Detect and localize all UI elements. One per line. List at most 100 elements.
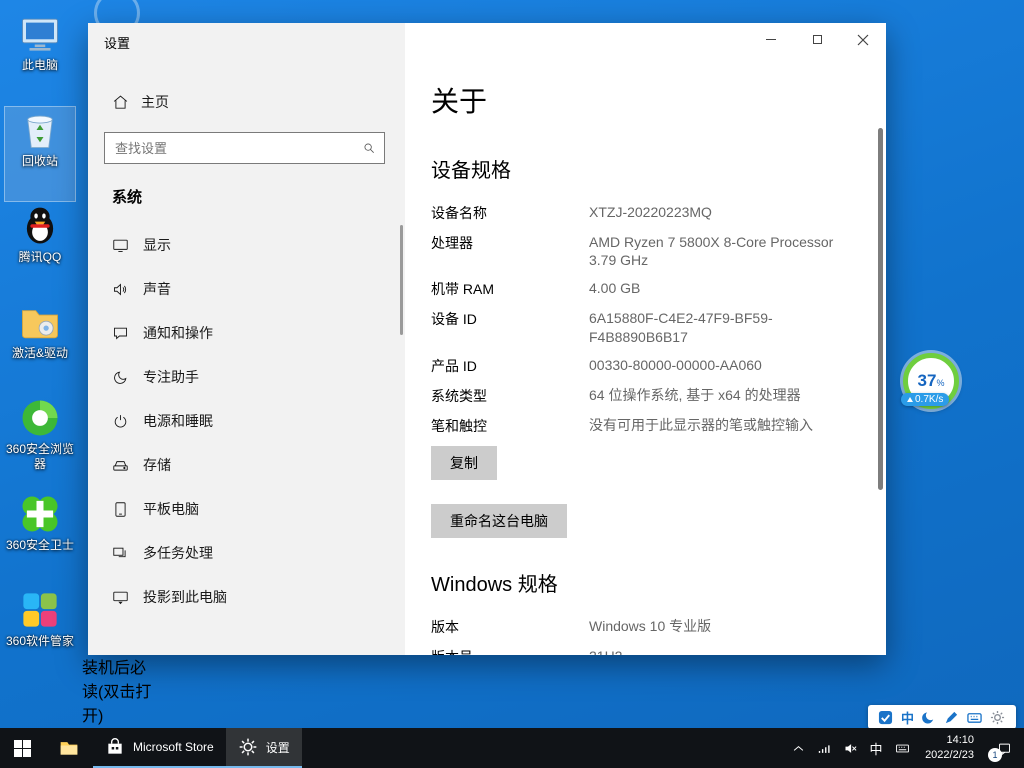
maximize-icon <box>813 35 822 44</box>
spec-row-edition: 版本 Windows 10 专业版 <box>431 617 846 637</box>
desktop: 此电脑 回收站 腾讯QQ 激活&驱动 360安全浏览器 <box>0 0 1024 768</box>
desktop-icon-recycle-bin[interactable]: 回收站 <box>4 106 76 202</box>
search-input[interactable] <box>113 140 362 157</box>
content-scrollbar[interactable] <box>878 128 883 490</box>
sidebar-item-focus-assist[interactable]: 专注助手 <box>104 357 385 397</box>
net-percent: 37 <box>918 371 937 391</box>
desktop-icon-label: 腾讯QQ <box>19 250 62 265</box>
sidebar-item-label: 电源和睡眠 <box>143 411 213 431</box>
recycle-bin-icon <box>19 109 61 151</box>
desktop-icon-label: 360安全浏览器 <box>5 442 75 472</box>
app-title: 设置 <box>104 33 405 52</box>
desktop-icon-drivers-folder[interactable]: 激活&驱动 <box>4 298 76 394</box>
sidebar-item-project[interactable]: 投影到此电脑 <box>104 577 385 617</box>
storage-icon <box>112 457 129 474</box>
folder-icon <box>19 301 61 343</box>
spec-value: Windows 10 专业版 <box>589 617 711 637</box>
home-icon <box>112 94 129 111</box>
spec-value: 21H2 <box>589 647 622 655</box>
tray-time: 14:10 <box>946 733 974 748</box>
ime-keyboard-icon[interactable] <box>967 709 983 725</box>
tray-volume-muted-icon[interactable] <box>837 728 863 768</box>
tray-date: 2022/2/23 <box>925 748 974 763</box>
close-icon <box>857 33 869 45</box>
net-speed-widget[interactable]: 37% 0.7K/s <box>903 353 959 409</box>
settings-window: 设置 主页 系统 显示 声音 <box>88 23 886 655</box>
sidebar-item-label: 多任务处理 <box>143 543 213 563</box>
settings-button-label: 设置 <box>266 739 290 756</box>
taskbar: Microsoft Store 设置 中 <box>0 728 1024 768</box>
desktop-icon-360-safe[interactable]: 360安全卫士 <box>4 490 76 586</box>
sidebar-item-sound[interactable]: 声音 <box>104 269 385 309</box>
tray-touch-keyboard-icon[interactable] <box>889 728 915 768</box>
net-upload-speed: 0.7K/s <box>901 393 949 406</box>
sidebar-item-display[interactable]: 显示 <box>104 225 385 265</box>
window-controls <box>748 23 886 55</box>
tablet-icon <box>112 501 129 518</box>
sidebar-item-label: 通知和操作 <box>143 323 213 343</box>
settings-gear-icon <box>238 737 258 757</box>
notification-badge: 1 <box>988 748 1002 762</box>
focus-assist-icon <box>112 369 129 386</box>
sidebar-section-title: 系统 <box>112 186 405 207</box>
sidebar-scrollbar[interactable] <box>400 225 403 335</box>
spec-label: 机带 RAM <box>431 279 589 299</box>
windows-spec-section-title: Windows 规格 <box>431 568 846 597</box>
ime-moon-icon[interactable] <box>921 709 937 725</box>
spec-value: 4.00 GB <box>589 279 640 299</box>
spec-label: 系统类型 <box>431 386 589 406</box>
spec-row-ram: 机带 RAM 4.00 GB <box>431 279 846 299</box>
file-explorer-button[interactable] <box>45 728 93 768</box>
desktop-icon-360-software[interactable]: 360软件管家 <box>4 586 76 682</box>
computer-icon <box>19 13 61 55</box>
tray-chevron-up-icon[interactable] <box>785 728 811 768</box>
start-button[interactable] <box>0 728 45 768</box>
desktop-icon-qq[interactable]: 腾讯QQ <box>4 202 76 298</box>
device-spec-section-title: 设备规格 <box>431 154 846 183</box>
close-button[interactable] <box>840 23 886 55</box>
maximize-button[interactable] <box>794 23 840 55</box>
ime-pen-icon[interactable] <box>944 709 960 725</box>
sidebar-item-multitask[interactable]: 多任务处理 <box>104 533 385 573</box>
sidebar-item-label: 平板电脑 <box>143 499 199 519</box>
sidebar-item-tablet[interactable]: 平板电脑 <box>104 489 385 529</box>
desktop-icon-label: 激活&驱动 <box>12 346 68 361</box>
microsoft-store-icon <box>105 737 125 757</box>
desktop-icon-360-browser[interactable]: 360安全浏览器 <box>4 394 76 490</box>
copy-button[interactable]: 复制 <box>431 446 497 480</box>
tray-network-icon[interactable] <box>811 728 837 768</box>
sidebar-item-notifications[interactable]: 通知和操作 <box>104 313 385 353</box>
sidebar-item-power-sleep[interactable]: 电源和睡眠 <box>104 401 385 441</box>
sidebar-item-storage[interactable]: 存储 <box>104 445 385 485</box>
rename-pc-button[interactable]: 重命名这台电脑 <box>431 504 567 538</box>
browser-360-icon <box>19 397 61 439</box>
ime-lang-icon[interactable]: 中 <box>901 708 914 727</box>
settings-taskbar-button[interactable]: 设置 <box>226 728 302 768</box>
desktop-icon-label: 装机后必读(双击打开) <box>82 654 154 726</box>
file-explorer-icon <box>59 738 79 758</box>
microsoft-store-button[interactable]: Microsoft Store <box>93 728 226 768</box>
spec-label: 设备名称 <box>431 203 589 223</box>
sidebar-item-label: 存储 <box>143 455 171 475</box>
ime-gear-icon[interactable] <box>990 709 1006 725</box>
spec-value: 6A15880F-C4E2-47F9-BF59-F4B8890B6B17 <box>589 309 846 345</box>
spec-value: 00330-80000-00000-AA060 <box>589 356 762 376</box>
notifications-icon <box>112 325 129 342</box>
desktop-icon-label: 回收站 <box>22 154 58 169</box>
spec-row-system-type: 系统类型 64 位操作系统, 基于 x64 的处理器 <box>431 386 846 406</box>
sidebar-item-label: 投影到此电脑 <box>143 587 227 607</box>
sidebar-item-home[interactable]: 主页 <box>104 86 385 118</box>
desktop-icon-this-pc[interactable]: 此电脑 <box>4 10 76 106</box>
project-icon <box>112 589 129 606</box>
tray-clock[interactable]: 14:10 2022/2/23 <box>915 728 984 768</box>
settings-content: 关于 设备规格 设备名称 XTZJ-20220223MQ 处理器 AMD Ryz… <box>405 23 886 655</box>
spec-value: 没有可用于此显示器的笔或触控输入 <box>589 416 813 436</box>
spec-label: 笔和触控 <box>431 416 589 436</box>
action-center-button[interactable]: 1 <box>984 728 1024 768</box>
ime-check-icon[interactable] <box>878 709 894 725</box>
settings-search-box <box>104 132 385 164</box>
minimize-button[interactable] <box>748 23 794 55</box>
spec-label: 版本 <box>431 617 589 637</box>
spec-value: XTZJ-20220223MQ <box>589 203 712 223</box>
tray-language-indicator[interactable]: 中 <box>863 728 889 768</box>
